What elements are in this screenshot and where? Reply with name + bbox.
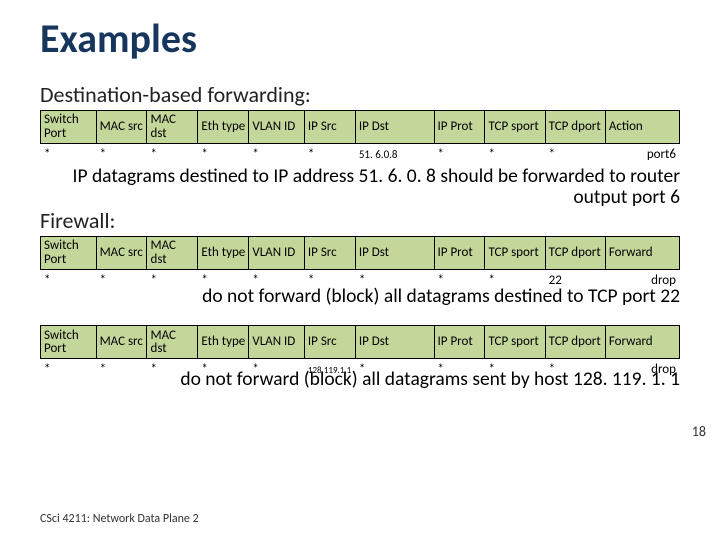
th: IP Src [304, 236, 355, 269]
td: 51. 6.0.8 [355, 144, 434, 167]
th: IP Src [304, 326, 355, 359]
th: Eth type [198, 111, 249, 144]
table-header-row: Switch Port MAC src MAC dst Eth type VLA… [41, 326, 680, 359]
td: port6 [605, 144, 679, 167]
dest-explain: IP datagrams destined to IP address 51. … [40, 166, 680, 209]
th: Forward [605, 326, 679, 359]
footer-left: CSci 4211: Network Data Plane 2 [40, 512, 199, 526]
td: * [485, 144, 545, 167]
th: IP Dst [355, 236, 434, 269]
th: IP Prot [434, 326, 485, 359]
th: MAC src [96, 326, 147, 359]
table-header-row: Switch Port MAC src MAC dst Eth type VLA… [41, 111, 680, 144]
td: * [434, 144, 485, 167]
th: TCP dport [545, 236, 605, 269]
th: TCP sport [485, 111, 545, 144]
th: TCP dport [545, 326, 605, 359]
th: TCP sport [485, 236, 545, 269]
th: MAC src [96, 111, 147, 144]
th: IP Prot [434, 236, 485, 269]
th: MAC dst [147, 236, 198, 269]
th: TCP dport [545, 111, 605, 144]
th: VLAN ID [249, 111, 305, 144]
th: MAC dst [147, 326, 198, 359]
th: VLAN ID [249, 236, 305, 269]
th: MAC src [96, 236, 147, 269]
section-firewall: Firewall: Switch Port MAC src MAC dst Et… [40, 207, 680, 403]
td: * [96, 144, 147, 167]
th: VLAN ID [249, 326, 305, 359]
section-dest: Destination-based forwarding: Switch Por… [40, 81, 680, 209]
th: Switch Port [41, 236, 97, 269]
page-number: 18 [692, 423, 706, 440]
th: MAC dst [147, 111, 198, 144]
th: Forward [605, 236, 679, 269]
slide-root: Examples Destination-based forwarding: S… [0, 0, 720, 540]
th: Eth type [198, 236, 249, 269]
th: IP Dst [355, 111, 434, 144]
th: IP Prot [434, 111, 485, 144]
th: Switch Port [41, 111, 97, 144]
td: * [147, 144, 198, 167]
table-header-row: Switch Port MAC src MAC dst Eth type VLA… [41, 236, 680, 269]
table-row: * * * * * * 51. 6.0.8 * * * port6 [41, 144, 680, 167]
th: IP Dst [355, 326, 434, 359]
page-title: Examples [40, 14, 680, 63]
section-dest-label: Destination-based forwarding: [40, 81, 680, 108]
th: Eth type [198, 326, 249, 359]
firewall-2-explain: do not forward (block) all datagrams sen… [40, 369, 680, 390]
td: * [545, 144, 605, 167]
td: * [198, 144, 249, 167]
td: * [304, 144, 355, 167]
td: * [249, 144, 305, 167]
th: IP Src [304, 111, 355, 144]
th: Switch Port [41, 326, 97, 359]
th: TCP sport [485, 326, 545, 359]
section-firewall-label: Firewall: [40, 207, 680, 234]
firewall-1-explain: do not forward (block) all datagrams des… [40, 286, 680, 307]
th: Action [605, 111, 679, 144]
td: * [41, 144, 97, 167]
table-dest: Switch Port MAC src MAC dst Eth type VLA… [40, 110, 680, 166]
